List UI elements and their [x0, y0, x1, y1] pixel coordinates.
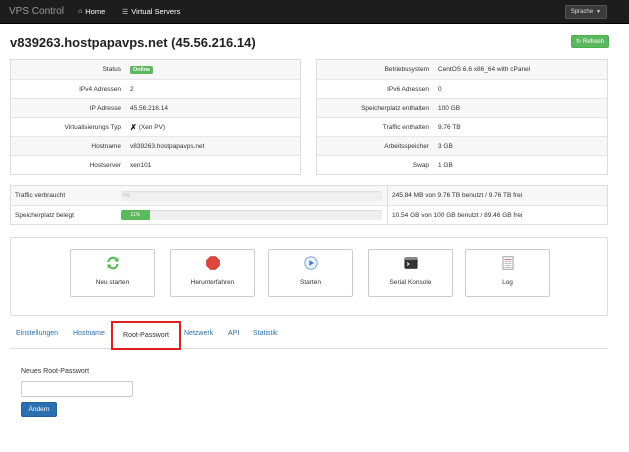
- usage-detail: 10.54 GB von 100 GB benutzt / 89.46 GB f…: [392, 211, 523, 219]
- info-row-swap: Swap 1 GB: [317, 155, 607, 174]
- info-value: CentOS 6.6 x86_64 with cPanel: [438, 66, 531, 73]
- language-dropdown[interactable]: Sprache ▼: [564, 5, 607, 19]
- info-label: Swap: [412, 161, 429, 169]
- brand-logo[interactable]: VPS Control: [9, 6, 64, 17]
- resource-info-table: Betriebssystem CentOS 6.6 x86_64 with cP…: [316, 59, 608, 175]
- info-row-hostserver: Hostserver xen101: [11, 155, 300, 174]
- change-password-button[interactable]: Ändern: [21, 402, 57, 417]
- action-label: Serial Konsole: [389, 279, 432, 286]
- info-label: IPv4 Adressen: [79, 85, 121, 93]
- usage-label: Speicherplatz belegt: [15, 211, 74, 219]
- actions-panel: Neu starten Herunterfahren Starten Seria…: [10, 237, 608, 316]
- progress-percent: 11%: [130, 212, 141, 218]
- settings-tabs: Einstellungen Hostname Root-Passwort Net…: [10, 321, 608, 350]
- tab-einstellungen[interactable]: Einstellungen: [16, 330, 58, 337]
- info-value: xen101: [130, 161, 152, 169]
- info-row-hostname: Hostname v839263.hostpapavps.net: [11, 136, 300, 155]
- action-label: Neu starten: [95, 279, 130, 286]
- nav-virtual-servers-label: Virtual Servers: [131, 7, 181, 16]
- nav-home[interactable]: ⌂ Home: [78, 7, 105, 16]
- usage-table: Traffic verbraucht 0% 245.84 MB von 9.76…: [10, 185, 608, 225]
- info-label: Hostname: [91, 142, 121, 150]
- server-info-table: Status Online IPv4 Adressen 2 IP Adresse…: [10, 59, 301, 175]
- refresh-label: Refresh: [582, 38, 604, 45]
- info-row-traffic: Traffic enthalten 9.76 TB: [317, 117, 607, 136]
- info-row-disk: Speicherplatz enthalten 100 GB: [317, 98, 607, 117]
- console-icon: [404, 256, 418, 270]
- info-value: 3 GB: [438, 142, 453, 150]
- info-value: 100 GB: [438, 104, 461, 112]
- disk-progress: 11%: [121, 210, 382, 220]
- start-button[interactable]: Starten: [268, 249, 353, 297]
- info-value-virtualization: ✗ (Xen PV): [127, 123, 165, 132]
- info-label: IP Adresse: [89, 104, 121, 112]
- usage-row-disk: Speicherplatz belegt 11% 10.54 GB von 10…: [11, 205, 607, 225]
- progress-percent: 0%: [123, 192, 131, 199]
- list-icon: ☰: [122, 8, 129, 16]
- log-button[interactable]: Log: [465, 249, 550, 297]
- action-label: Herunterfahren: [190, 279, 235, 286]
- usage-detail: 245.84 MB von 9.76 TB benutzt / 9.76 TB …: [392, 192, 523, 199]
- refresh-icon: [106, 256, 120, 270]
- refresh-button[interactable]: ↻ Refresh: [570, 35, 609, 48]
- page-title: v839263.hostpapavps.net (45.56.216.14): [10, 35, 256, 50]
- info-label: IPv6 Adressen: [387, 85, 429, 93]
- usage-row-traffic: Traffic verbraucht 0% 245.84 MB von 9.76…: [11, 186, 607, 205]
- home-icon: ⌂: [78, 8, 83, 15]
- info-value-status: Online: [127, 65, 154, 74]
- traffic-progress: 0%: [121, 190, 382, 201]
- info-row-ipv4: IPv4 Adressen 2: [11, 79, 300, 98]
- info-row-ram: Arbeitsspeicher 3 GB: [317, 136, 607, 155]
- info-row-ipv6: IPv6 Adressen 0: [317, 79, 607, 98]
- action-label: Starten: [300, 279, 321, 286]
- tab-api[interactable]: API: [228, 330, 239, 337]
- play-icon: [303, 256, 318, 270]
- info-label: Betriebssystem: [384, 66, 429, 73]
- serial-console-button[interactable]: Serial Konsole: [368, 249, 453, 297]
- status-badge: Online: [130, 65, 154, 74]
- info-label: Virtualisierungs Typ: [64, 123, 122, 131]
- refresh-icon: ↻: [575, 39, 581, 45]
- info-label: Status: [102, 66, 121, 73]
- info-value: 45.56.216.14: [130, 104, 168, 112]
- restart-button[interactable]: Neu starten: [70, 249, 155, 297]
- stop-icon: [205, 256, 220, 270]
- info-row-virtualization: Virtualisierungs Typ ✗ (Xen PV): [11, 117, 300, 136]
- nav-virtual-servers[interactable]: ☰ Virtual Servers: [122, 7, 180, 16]
- info-label: Hostserver: [89, 161, 121, 169]
- top-navbar: VPS Control ⌂ Home ☰ Virtual Servers Spr…: [0, 0, 629, 24]
- caret-down-icon: ▼: [596, 9, 601, 15]
- info-value: 2: [130, 85, 134, 93]
- xen-icon: ✗: [130, 122, 137, 132]
- info-row-ip: IP Adresse 45.56.216.14: [11, 98, 300, 117]
- info-value: 1 GB: [438, 161, 453, 169]
- tab-hostname[interactable]: Hostname: [73, 330, 105, 337]
- info-label: Speicherplatz enthalten: [361, 104, 429, 112]
- new-root-password-label: Neues Root-Passwort: [21, 368, 90, 375]
- info-value: 0: [438, 85, 442, 93]
- info-label: Traffic enthalten: [382, 123, 429, 131]
- tab-netzwerk[interactable]: Netzwerk: [184, 330, 213, 337]
- shutdown-button[interactable]: Herunterfahren: [170, 249, 255, 297]
- info-row-os: Betriebssystem CentOS 6.6 x86_64 with cP…: [317, 60, 607, 79]
- usage-label: Traffic verbraucht: [15, 192, 66, 199]
- tab-root-password[interactable]: Root-Passwort: [111, 321, 181, 350]
- info-label: Arbeitsspeicher: [384, 142, 429, 150]
- tab-statistik[interactable]: Statistik: [253, 330, 278, 337]
- nav-home-label: Home: [85, 7, 106, 16]
- info-value: v839263.hostpapavps.net: [130, 142, 205, 150]
- info-value: 9.76 TB: [438, 123, 461, 131]
- language-label: Sprache: [570, 9, 594, 15]
- new-root-password-input[interactable]: [21, 381, 133, 397]
- progress-fill: 11%: [121, 210, 150, 220]
- info-row-status: Status Online: [11, 60, 300, 79]
- log-icon: [501, 256, 515, 270]
- virtualization-type: (Xen PV): [138, 123, 166, 131]
- action-label: Log: [502, 279, 513, 286]
